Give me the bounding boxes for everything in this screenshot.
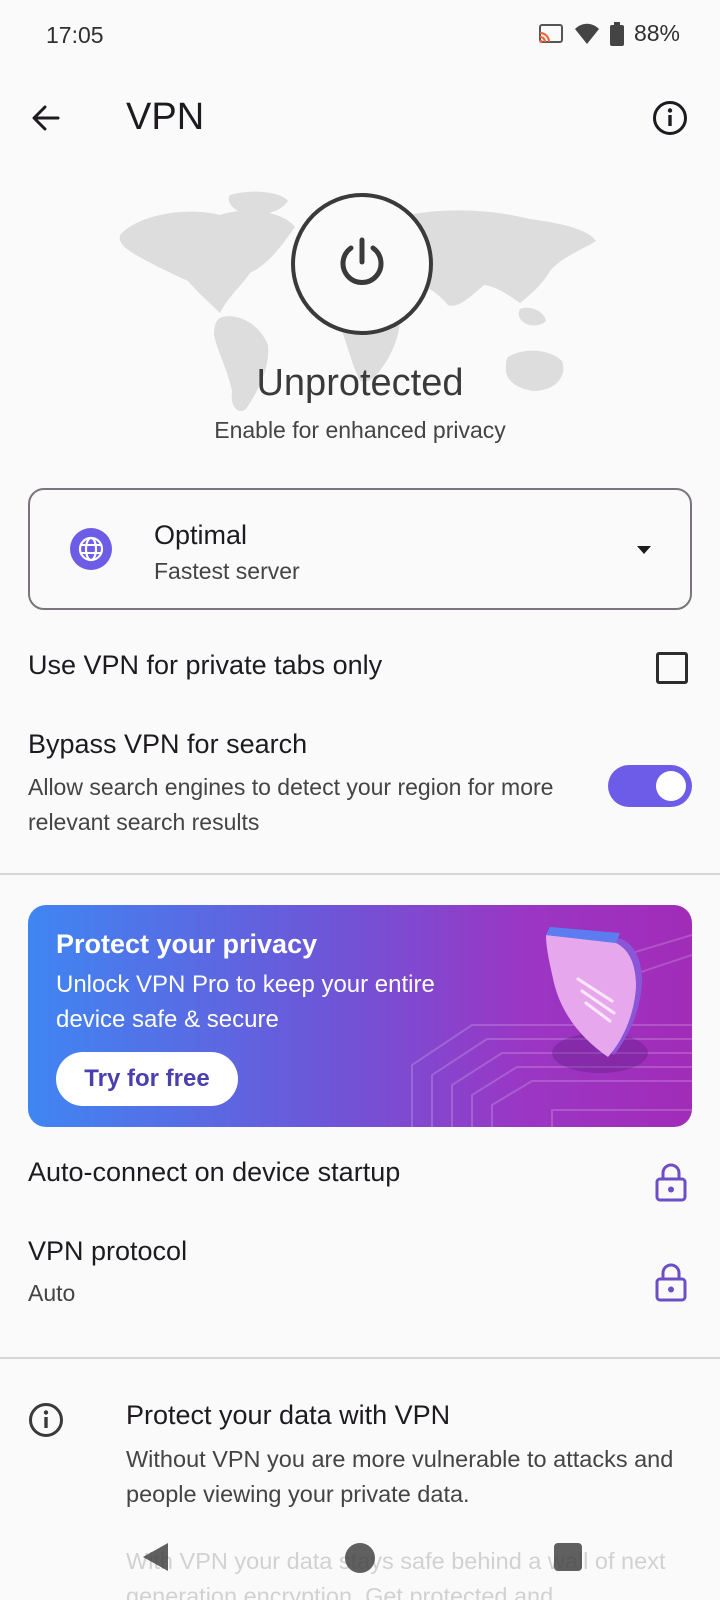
private-tabs-label: Use VPN for private tabs only bbox=[28, 650, 383, 680]
status-bar: 17:05 88% bbox=[0, 0, 720, 72]
vpn-protocol-value: Auto bbox=[28, 1280, 76, 1306]
wifi-icon bbox=[574, 23, 600, 45]
bypass-search-label: Bypass VPN for search bbox=[28, 729, 308, 759]
vpn-pro-promo-card: Protect your privacy Unlock VPN Pro to k… bbox=[28, 905, 692, 1127]
vpn-status-title: Unprotected bbox=[256, 362, 464, 404]
info-icon bbox=[652, 100, 688, 141]
auto-connect-label: Auto-connect on device startup bbox=[28, 1157, 401, 1187]
dropdown-arrow-icon bbox=[636, 542, 652, 560]
vpn-status-hero: Unprotected Enable for enhanced privacy bbox=[0, 185, 720, 455]
divider bbox=[0, 1357, 720, 1359]
server-subtitle: Fastest server bbox=[154, 558, 300, 584]
vpn-screen: 17:05 88% VPN Unprotected Enable for enh… bbox=[0, 0, 720, 1600]
shield-icon bbox=[546, 927, 648, 1073]
system-navigation-bar bbox=[0, 1535, 720, 1600]
nav-home-icon[interactable] bbox=[345, 1543, 375, 1573]
divider bbox=[0, 873, 720, 875]
nav-recents-icon[interactable] bbox=[554, 1543, 582, 1571]
promo-title: Protect your privacy bbox=[56, 929, 318, 959]
lock-icon[interactable] bbox=[654, 1262, 688, 1302]
try-for-free-button[interactable]: Try for free bbox=[56, 1052, 238, 1106]
vpn-protocol-label: VPN protocol bbox=[28, 1236, 188, 1266]
nav-back-icon[interactable] bbox=[140, 1541, 170, 1578]
lock-icon[interactable] bbox=[654, 1162, 688, 1202]
back-arrow-icon bbox=[30, 102, 62, 139]
toggle-knob bbox=[656, 771, 686, 801]
info-title: Protect your data with VPN bbox=[126, 1400, 451, 1430]
battery-icon bbox=[609, 21, 624, 46]
bypass-search-toggle[interactable] bbox=[608, 765, 692, 807]
top-app-bar: VPN bbox=[0, 80, 720, 160]
vpn-status-subtitle: Enable for enhanced privacy bbox=[214, 417, 506, 443]
promo-text: Unlock VPN Pro to keep your entire devic… bbox=[56, 971, 435, 1033]
status-icons: 88% bbox=[538, 20, 680, 47]
globe-icon bbox=[70, 528, 112, 570]
power-button[interactable] bbox=[291, 193, 433, 335]
bypass-search-description: Allow search engines to detect your regi… bbox=[28, 774, 554, 835]
info-icon bbox=[28, 1402, 64, 1443]
server-name: Optimal bbox=[154, 520, 248, 550]
server-selector[interactable]: Optimal Fastest server bbox=[28, 488, 692, 610]
battery-percentage: 88% bbox=[633, 20, 680, 46]
page-title: VPN bbox=[126, 96, 205, 138]
private-tabs-checkbox[interactable] bbox=[656, 652, 688, 684]
info-text: Without VPN you are more vulnerable to a… bbox=[126, 1446, 674, 1507]
cast-icon bbox=[538, 23, 564, 45]
info-button[interactable] bbox=[642, 92, 698, 148]
back-button[interactable] bbox=[18, 92, 74, 148]
power-icon bbox=[332, 232, 392, 297]
status-time: 17:05 bbox=[46, 22, 104, 48]
